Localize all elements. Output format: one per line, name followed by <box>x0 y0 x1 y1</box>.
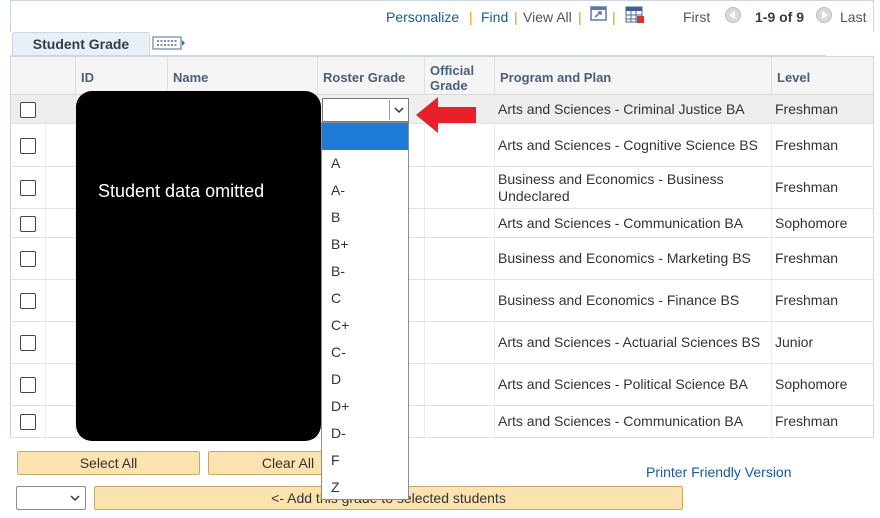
next-page-icon[interactable] <box>816 7 832 23</box>
row-checkbox[interactable] <box>20 138 36 154</box>
grade-select[interactable] <box>16 486 86 510</box>
row-level-cell: Freshman <box>771 124 873 166</box>
dropdown-option[interactable]: D <box>322 366 408 393</box>
row-level-cell: Sophomore <box>771 364 873 405</box>
tab-student-grade[interactable]: Student Grade <box>12 32 150 56</box>
row-official-grade-cell <box>424 167 494 208</box>
row-level-cell: Freshman <box>771 167 873 208</box>
row-official-grade-cell <box>424 209 494 237</box>
roster-grade-dropdown: A A- B B+ B- C C+ C- D D+ D- F Z <box>321 122 409 500</box>
row-program-cell: Business and Economics - Marketing BS <box>494 238 771 279</box>
toolbar-separator: | <box>514 9 518 25</box>
last-label: Last <box>840 9 867 25</box>
dropdown-option[interactable]: B- <box>322 258 408 285</box>
dropdown-option[interactable]: C- <box>322 339 408 366</box>
row-checkbox[interactable] <box>20 251 36 267</box>
row-spacer-cell <box>45 322 75 363</box>
view-all-link[interactable]: View All <box>523 9 572 25</box>
header-name[interactable]: Name <box>167 57 317 95</box>
previous-page-icon[interactable] <box>725 7 741 23</box>
row-checkbox[interactable] <box>20 102 36 118</box>
row-program-cell: Business and Economics - Business Undecl… <box>494 167 771 208</box>
row-level-cell: Freshman <box>771 238 873 279</box>
row-level-cell: Freshman <box>771 280 873 321</box>
row-spacer-cell <box>45 364 75 405</box>
row-spacer-cell <box>45 124 75 166</box>
dropdown-option[interactable] <box>322 123 408 150</box>
chevron-down-icon[interactable] <box>69 490 81 511</box>
download-spreadsheet-icon[interactable] <box>624 5 646 30</box>
header-official-grade[interactable]: Official Grade <box>424 57 494 95</box>
row-spacer-cell <box>45 406 75 437</box>
red-arrow-icon <box>414 95 478 140</box>
dropdown-option[interactable]: F <box>322 447 408 474</box>
row-program-cell: Arts and Sciences - Cognitive Science BS <box>494 124 771 166</box>
redaction-block: Student data omitted <box>76 91 321 441</box>
header-select <box>45 57 75 95</box>
dropdown-option[interactable]: A <box>322 150 408 177</box>
dropdown-option[interactable]: B+ <box>322 231 408 258</box>
dropdown-option[interactable]: C <box>322 285 408 312</box>
printer-friendly-link[interactable]: Printer Friendly Version <box>646 464 792 480</box>
row-checkbox[interactable] <box>20 216 36 232</box>
row-program-cell: Arts and Sciences - Communication BA <box>494 406 771 437</box>
toolbar-separator: | <box>612 9 616 25</box>
dropdown-option[interactable]: D- <box>322 420 408 447</box>
personalize-link[interactable]: Personalize <box>386 9 459 25</box>
row-official-grade-cell <box>424 406 494 437</box>
zoom-icon[interactable] <box>589 5 609 28</box>
row-range: 1-9 of 9 <box>755 9 805 25</box>
row-spacer-cell <box>45 280 75 321</box>
show-all-columns-icon[interactable] <box>152 35 186 56</box>
dropdown-option[interactable]: B <box>322 204 408 231</box>
row-level-cell: Junior <box>771 322 873 363</box>
row-spacer-cell <box>45 209 75 237</box>
redaction-label: Student data omitted <box>98 181 265 201</box>
row-level-cell: Sophomore <box>771 209 873 237</box>
row-level-cell: Freshman <box>771 95 873 123</box>
grid-header: ID Name Roster Grade Official Grade Prog… <box>11 57 873 95</box>
header-roster-grade[interactable]: Roster Grade <box>317 57 424 95</box>
row-level-cell: Freshman <box>771 406 873 437</box>
row-official-grade-cell <box>424 322 494 363</box>
row-spacer-cell <box>45 95 75 123</box>
row-spacer-cell <box>45 238 75 279</box>
row-spacer-cell <box>45 167 75 208</box>
row-program-cell: Arts and Sciences - Communication BA <box>494 209 771 237</box>
row-checkbox[interactable] <box>20 414 36 430</box>
header-program-and-plan[interactable]: Program and Plan <box>494 57 771 95</box>
first-label: First <box>683 9 711 25</box>
select-all-button[interactable]: Select All <box>17 451 200 475</box>
row-program-cell: Arts and Sciences - Actuarial Sciences B… <box>494 322 771 363</box>
grid-toolbar: Personalize | Find | View All | | First … <box>10 0 874 32</box>
tab-row: Student Grade <box>10 30 874 57</box>
dropdown-option[interactable]: C+ <box>322 312 408 339</box>
header-id[interactable]: ID <box>75 57 167 95</box>
row-checkbox[interactable] <box>20 293 36 309</box>
row-official-grade-cell <box>424 238 494 279</box>
row-program-cell: Business and Economics - Finance BS <box>494 280 771 321</box>
chevron-down-icon[interactable] <box>389 100 407 120</box>
row-checkbox[interactable] <box>20 180 36 196</box>
row-program-cell: Arts and Sciences - Political Science BA <box>494 364 771 405</box>
row-checkbox[interactable] <box>20 377 36 393</box>
row-official-grade-cell <box>424 280 494 321</box>
dropdown-option[interactable]: Z <box>322 474 408 501</box>
header-level[interactable]: Level <box>771 57 873 95</box>
row-official-grade-cell <box>424 364 494 405</box>
row-checkbox[interactable] <box>20 335 36 351</box>
row-program-cell: Arts and Sciences - Criminal Justice BA <box>494 95 771 123</box>
dropdown-option[interactable]: A- <box>322 177 408 204</box>
roster-grade-select[interactable] <box>322 98 409 122</box>
dropdown-option[interactable]: D+ <box>322 393 408 420</box>
find-link[interactable]: Find <box>481 9 508 25</box>
toolbar-separator: | <box>578 9 582 25</box>
toolbar-separator: | <box>469 9 473 25</box>
